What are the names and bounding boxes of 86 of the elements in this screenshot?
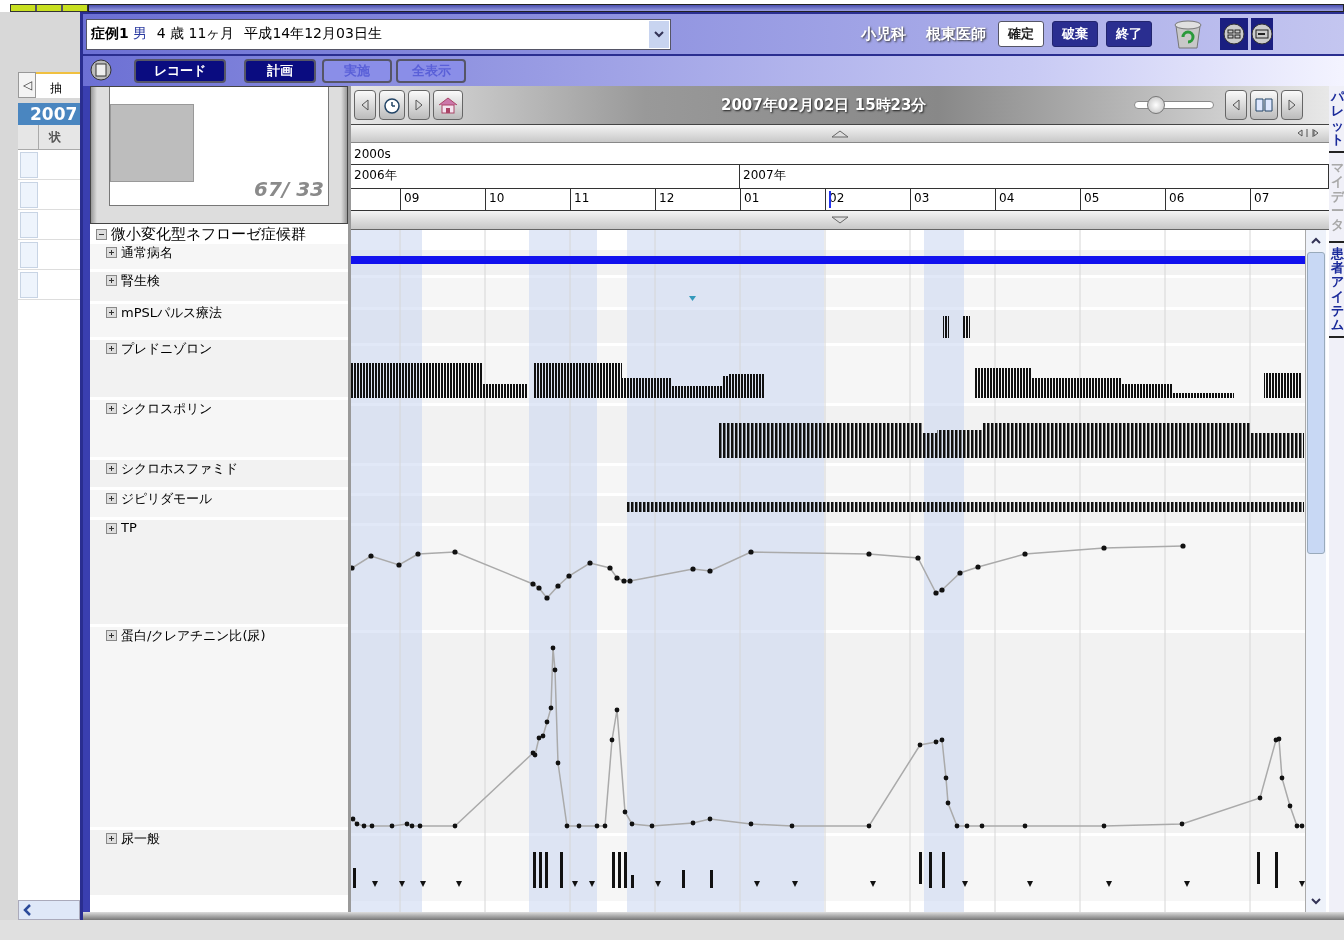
case-label: 症例1: [91, 25, 129, 43]
row-checkbox[interactable]: [20, 151, 38, 178]
tree-item[interactable]: TP: [121, 520, 137, 535]
save-icon[interactable]: [90, 59, 114, 83]
next-button[interactable]: [408, 90, 430, 120]
birth-date: 平成14年12月03日生: [244, 25, 382, 43]
tree-item[interactable]: 蛋白/クレアチニン比(尿): [121, 627, 266, 645]
expand-icon[interactable]: [106, 275, 117, 286]
tree-item[interactable]: プレドニゾロン: [121, 340, 212, 358]
current-datetime: 2007年02月02日 15時23分: [721, 95, 927, 115]
row-checkbox[interactable]: [20, 271, 38, 298]
row-checkbox[interactable]: [20, 181, 38, 208]
month-cell: 06: [1165, 189, 1250, 210]
page-counter: 67/ 33: [254, 177, 324, 201]
tree-item[interactable]: 腎生検: [121, 272, 160, 290]
current-time-marker: [829, 191, 831, 208]
tree-item[interactable]: 尿一般: [121, 830, 160, 848]
next-button[interactable]: [1281, 90, 1304, 120]
department-label: 小児科: [861, 24, 906, 44]
year-cell: 2006年: [351, 165, 740, 188]
expand-icon[interactable]: [106, 630, 117, 641]
action-button[interactable]: 破棄: [1052, 21, 1098, 47]
collapse-up-icon[interactable]: [831, 129, 849, 138]
column-header: 状: [47, 129, 62, 146]
vertical-scrollbar[interactable]: [1305, 230, 1326, 912]
triangle-left-icon: [359, 98, 371, 112]
event-marker-icon: [689, 296, 696, 301]
row-checkbox[interactable]: [20, 241, 38, 268]
dropdown-button[interactable]: [649, 20, 669, 48]
expand-icon[interactable]: [106, 833, 117, 844]
home-icon: [437, 96, 459, 114]
patient-age: 4 歳 11ヶ月: [156, 25, 235, 43]
month-cell: 03: [910, 189, 995, 210]
doctor-label: 根東医師: [926, 24, 986, 44]
patient-selector[interactable]: 症例1 男 4 歳 11ヶ月 平成14年12月03日生: [86, 18, 671, 50]
expand-icon[interactable]: [106, 463, 117, 474]
action-button[interactable]: 確定: [998, 21, 1044, 47]
side-tab[interactable]: パレット: [1329, 86, 1344, 154]
expand-icon[interactable]: [106, 493, 117, 504]
decade-label: 2000s: [354, 146, 391, 161]
month-cell: 10: [485, 189, 570, 210]
patient-sex: 男: [132, 25, 147, 43]
horizontal-scrollbar[interactable]: [18, 900, 80, 920]
book-button[interactable]: [1250, 90, 1279, 120]
pulse-therapy-drawing: [943, 316, 970, 338]
tree-item[interactable]: 通常病名: [121, 244, 173, 262]
expand-icon[interactable]: [106, 403, 117, 414]
book-icon: [1254, 97, 1275, 113]
month-cell: 04: [995, 189, 1080, 210]
expand-icon[interactable]: [106, 343, 117, 354]
chevron-down-icon: [653, 30, 665, 38]
month-cell: 09: [400, 189, 485, 210]
triangle-left-icon: [1230, 98, 1243, 112]
expand-icon[interactable]: [106, 307, 117, 318]
zoom-slider[interactable]: [1134, 96, 1215, 114]
scrollbar-thumb[interactable]: [1307, 252, 1325, 554]
tree-item[interactable]: mPSLパルス療法: [121, 304, 222, 322]
layout-button[interactable]: [1220, 18, 1248, 50]
side-tab[interactable]: 患者アイテム: [1329, 242, 1344, 339]
tab-scroll-button[interactable]: ◁: [18, 72, 36, 98]
horizontal-scrollbar[interactable]: [83, 912, 1344, 920]
month-cell: 01: [740, 189, 825, 210]
collapse-icon[interactable]: [96, 228, 107, 240]
home-button[interactable]: [433, 90, 463, 120]
exit-button[interactable]: [1251, 18, 1273, 50]
expand-down-icon[interactable]: [831, 216, 849, 224]
month-cell: 11: [570, 189, 655, 210]
slider-thumb[interactable]: [1146, 96, 1165, 114]
previous-button[interactable]: [354, 90, 376, 120]
clock-button[interactable]: [379, 90, 405, 120]
tree-item[interactable]: シクロスポリン: [121, 400, 212, 418]
row-checkbox[interactable]: [20, 211, 38, 238]
month-cell: 12: [655, 189, 740, 210]
previous-button[interactable]: [1225, 90, 1248, 120]
extract-tab[interactable]: 抽: [36, 72, 80, 98]
year-header: 2007: [18, 103, 80, 125]
clock-icon: [383, 96, 401, 114]
thumbnail-viewport[interactable]: [110, 104, 194, 182]
triangle-right-icon: [413, 98, 425, 112]
action-button[interactable]: 終了: [1106, 21, 1152, 47]
expand-icon[interactable]: [106, 523, 117, 534]
view-tab[interactable]: 計画: [244, 59, 316, 83]
view-tab[interactable]: レコード: [134, 59, 226, 83]
tree-item[interactable]: 微小変化型ネフローゼ症候群: [111, 224, 306, 244]
month-cell: 05: [1080, 189, 1165, 210]
expand-icon[interactable]: [106, 247, 117, 258]
